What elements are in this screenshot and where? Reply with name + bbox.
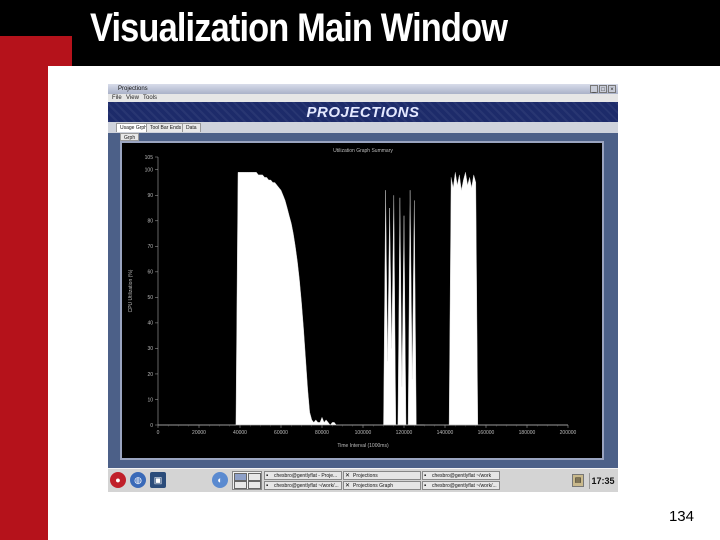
utilization-chart: Utilization Graph Summary Time Interval (… — [120, 141, 604, 460]
menu-tools[interactable]: Tools — [143, 94, 157, 102]
y-tick-label: 70 — [147, 244, 153, 250]
x-window-icon: ✕ — [345, 473, 351, 479]
workspace-3[interactable] — [234, 481, 247, 489]
browser-icon[interactable]: ◍ — [130, 472, 146, 488]
window-titlebar[interactable]: Projections _ □ × — [108, 84, 618, 94]
y-tick-label: 60 — [147, 270, 153, 276]
slide-title: Visualization Main Window — [90, 6, 508, 50]
y-tick-label: 100 — [145, 168, 154, 174]
clock: 17:35 — [589, 473, 616, 489]
x-tick-label: 120000 — [396, 430, 413, 436]
utilization-chart-svg: Utilization Graph Summary Time Interval (… — [128, 148, 577, 449]
task-button[interactable]: ▪ chesbro@gentlyflat ~/work — [422, 471, 500, 480]
x-tick-label: 140000 — [437, 430, 454, 436]
y-tick-label: 40 — [147, 321, 153, 327]
x-tick-label: 80000 — [315, 430, 329, 436]
task-label: Projections — [353, 473, 378, 479]
x-tick-label: 20000 — [192, 430, 206, 436]
terminal-task-icon: ▪ — [424, 473, 427, 479]
gnome-foot-icon[interactable]: ◐ — [212, 472, 228, 488]
y-tick-label: 105 — [145, 155, 154, 161]
x-tick-label: 200000 — [560, 430, 577, 436]
y-tick-label: 90 — [147, 193, 153, 199]
workspace-pager[interactable] — [232, 471, 262, 490]
task-label: chesbro@gentlyflat ~/work/... — [274, 483, 339, 489]
y-tick-label: 0 — [150, 423, 153, 429]
x-window-icon: ✕ — [345, 483, 351, 489]
x-tick-label: 160000 — [478, 430, 495, 436]
x-tick-label: 100000 — [355, 430, 372, 436]
task-label: Projections Graph — [353, 483, 394, 489]
utilization-series-2 — [448, 172, 479, 426]
printer-icon[interactable]: ▤ — [572, 474, 584, 487]
task-button[interactable]: ✕ Projections Graph — [343, 481, 421, 490]
task-button[interactable]: ▪ chesbro@gentlyflat ~/work/... — [264, 481, 342, 490]
x-tick-label: 60000 — [274, 430, 288, 436]
workspace-2[interactable] — [248, 473, 261, 481]
chart-title: Utilization Graph Summary — [333, 148, 393, 154]
terminal-task-icon: ▪ — [424, 483, 427, 489]
task-label: chesbro@gentlyflat ~/work — [432, 473, 492, 479]
x-axis-label: Time Interval (1000ms) — [337, 443, 389, 449]
task-label: chesbro@gentlyflat - Proje... — [274, 473, 338, 479]
menu-view[interactable]: View — [126, 94, 139, 102]
utilization-series-1 — [383, 190, 425, 426]
terminal-task-icon: ▪ — [266, 483, 269, 489]
y-tick-label: 50 — [147, 295, 153, 301]
slide-accent-corner — [0, 36, 72, 66]
menu-bar: File View Tools — [108, 94, 618, 102]
task-button[interactable]: ▪ chesbro@gentlyflat ~/work/... — [422, 481, 500, 490]
maximize-button[interactable]: □ — [599, 85, 607, 93]
utilization-series-0 — [158, 172, 568, 426]
tab-strip: Usage Grph Tool Bar Ends Data — [108, 122, 618, 133]
y-tick-label: 10 — [147, 397, 153, 403]
y-tick-label: 30 — [147, 346, 153, 352]
x-tick-label: 40000 — [233, 430, 247, 436]
y-tick-label: 20 — [147, 372, 153, 378]
terminal-task-icon: ▪ — [266, 473, 269, 479]
projections-banner: PROJECTIONS — [108, 102, 618, 122]
task-button[interactable]: ✕ Projections — [343, 471, 421, 480]
banner-title: PROJECTIONS — [306, 104, 420, 121]
menu-file[interactable]: File — [112, 94, 122, 102]
screenshot: Projections _ □ × File View Tools PROJEC… — [108, 84, 618, 492]
workspace-1[interactable] — [234, 473, 247, 481]
task-button[interactable]: ▪ chesbro@gentlyflat - Proje... — [264, 471, 342, 480]
workspace-4[interactable] — [248, 481, 261, 489]
terminal-icon[interactable]: ▣ — [150, 472, 166, 488]
slide-accent-bar — [0, 36, 48, 540]
x-tick-label: 180000 — [519, 430, 536, 436]
slide-number: 134 — [668, 508, 694, 525]
redhat-menu-icon[interactable]: ● — [110, 472, 126, 488]
task-label: chesbro@gentlyflat ~/work/... — [432, 483, 497, 489]
x-tick-label: 0 — [157, 430, 160, 436]
taskbar: ● ◍ ▣ ◐ ▪ chesbro@gentlyflat - Proje... … — [108, 468, 618, 492]
close-button[interactable]: × — [608, 85, 616, 93]
y-tick-label: 80 — [147, 219, 153, 225]
y-axis-label: CPU Utilization (%) — [128, 269, 134, 312]
minimize-button[interactable]: _ — [590, 85, 598, 93]
subtab-graph[interactable]: Grph — [120, 133, 140, 141]
tab-tool-bar-ends[interactable]: Tool Bar Ends — [146, 123, 186, 132]
tab-data[interactable]: Data — [182, 123, 201, 132]
window-title: Projections — [118, 86, 148, 92]
